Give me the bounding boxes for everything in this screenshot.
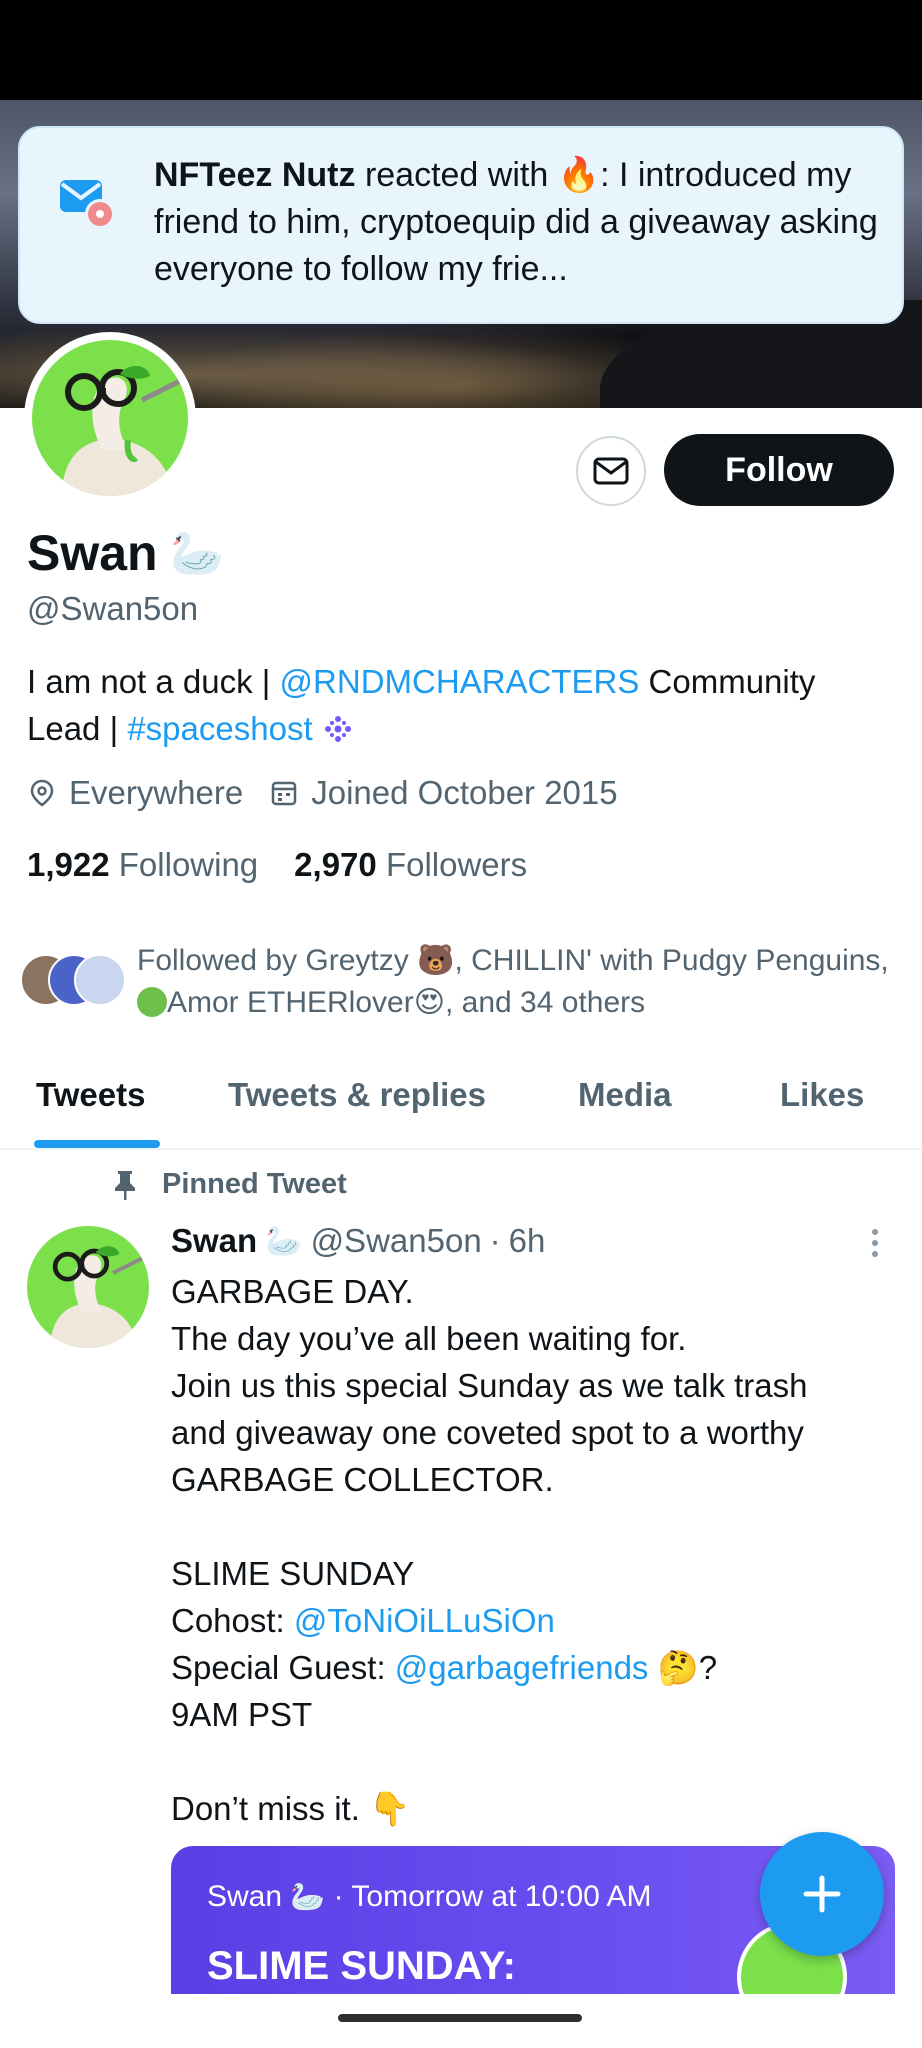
followed-by-third: Amor ETHERlover (167, 986, 414, 1019)
following-stat[interactable]: 1,922 Following (27, 846, 258, 884)
avatar-image (32, 340, 188, 496)
tweet-cohost-line: Cohost: @ToNiOiLLuSiOn (171, 1597, 891, 1644)
tab-likes[interactable]: Likes (780, 1076, 864, 1114)
message-button[interactable] (576, 436, 646, 506)
thinking-emoji-icon: 🤔 (657, 1648, 699, 1687)
profile-tabs: Tweets Tweets & replies Media Likes (0, 1054, 922, 1150)
cohost-mention-link[interactable]: @ToNiOiLLuSiOn (294, 1602, 555, 1639)
green-circle-icon (137, 987, 167, 1017)
profile-meta: Everywhere Joined October 2015 (27, 774, 644, 812)
guest-mention-link[interactable]: @garbagefriends (395, 1649, 649, 1686)
display-name-text: Swan (27, 525, 158, 581)
tweet-time: 6h (508, 1222, 546, 1259)
joined-text: Joined October 2015 (311, 774, 618, 811)
location-item: Everywhere (27, 774, 243, 812)
space-host-name: Swan (207, 1880, 283, 1913)
profile-handle: @Swan5on (27, 590, 199, 627)
tweet-line: and giveaway one coveted spot to a worth… (171, 1414, 804, 1451)
tab-media[interactable]: Media (578, 1076, 672, 1114)
followers-count: 2,970 (294, 846, 377, 883)
notification-toast[interactable]: NFTeez Nutz reacted with 🔥: I introduced… (18, 126, 904, 324)
swan-emoji-icon: 🦢 (169, 528, 225, 579)
tweet-author-avatar[interactable] (27, 1226, 149, 1348)
tweet-line: Join us this special Sunday as we talk t… (171, 1367, 808, 1404)
location-pin-icon (30, 779, 54, 807)
followed-by-section[interactable]: Followed by Greytzy 🐻, CHILLIN' with Pud… (20, 940, 900, 1030)
swan-emoji-icon: 🦢 (265, 1223, 303, 1259)
calendar-icon (271, 781, 297, 806)
location-text: Everywhere (69, 774, 244, 811)
pin-icon (115, 1170, 135, 1200)
tweet-line: GARBAGE DAY. (171, 1273, 414, 1310)
followed-by-suffix: , and 34 others (445, 986, 646, 1019)
tweet-line: The day you’ve all been waiting for. (171, 1320, 687, 1357)
tweet-line: SLIME SUNDAY (171, 1555, 415, 1592)
more-options-icon[interactable] (868, 1228, 882, 1258)
fire-emoji-icon: 🔥 (557, 155, 601, 195)
plus-icon (803, 1875, 841, 1913)
space-card-meta: Swan 🦢 · Tomorrow at 10:00 AM (207, 1880, 652, 1914)
followers-stat[interactable]: 2,970 Followers (294, 846, 527, 884)
tab-tweets[interactable]: Tweets (36, 1076, 145, 1114)
status-bar (0, 0, 922, 100)
bio-text-start: I am not a duck | (27, 663, 280, 700)
tweet-author-handle: @Swan5on (310, 1222, 482, 1259)
pointing-down-emoji-icon: 👇 (369, 1789, 411, 1828)
swan-emoji-icon: 🦢 (290, 1880, 326, 1913)
final-line-text: Don’t miss it. (171, 1790, 360, 1827)
bio-mention-link[interactable]: @RNDMCHARACTERS (280, 663, 640, 700)
notification-action: reacted with (364, 156, 549, 194)
pinned-tweet-label: Pinned Tweet (112, 1168, 347, 1201)
envelope-notification-icon (58, 174, 118, 234)
followers-label: Followers (385, 846, 528, 883)
pinned-label-text: Pinned Tweet (162, 1168, 347, 1200)
followed-by-second: , CHILLIN' with Pudgy Penguins, (454, 944, 889, 977)
notification-text: NFTeez Nutz reacted with 🔥: I introduced… (154, 152, 884, 293)
profile-display-name: Swan 🦢 (27, 524, 224, 582)
tweet-final-line: Don’t miss it. 👇 (171, 1785, 891, 1832)
followed-by-prefix: Followed by Greytzy (137, 944, 409, 977)
followed-by-avatars (20, 954, 130, 1010)
tweet-text: GARBAGE DAY. The day you’ve all been wai… (171, 1268, 891, 1832)
heart-face-emoji-icon: 😍 (413, 985, 445, 1020)
following-count: 1,922 (27, 846, 110, 883)
cohost-label: Cohost: (171, 1602, 294, 1639)
tweet-line: GARBAGE COLLECTOR. (171, 1461, 554, 1498)
profile-avatar[interactable] (24, 332, 196, 504)
follower-avatar (74, 954, 126, 1006)
followed-by-text: Followed by Greytzy 🐻, CHILLIN' with Pud… (137, 940, 897, 1024)
home-indicator[interactable] (338, 2014, 582, 2022)
space-title: SLIME SUNDAY: (207, 1944, 516, 1988)
tweet-separator: · (489, 1222, 501, 1259)
guest-label: Special Guest: (171, 1649, 395, 1686)
follow-button[interactable]: Follow (664, 434, 894, 506)
tweet-author-name[interactable]: Swan (171, 1222, 257, 1260)
tweet-header: Swan 🦢 @Swan5on · 6h (171, 1222, 545, 1260)
compose-tweet-button[interactable] (760, 1832, 884, 1956)
profile-stats: 1,922 Following 2,970 Followers (27, 846, 527, 884)
bio-hashtag-link[interactable]: #spaceshost (127, 710, 312, 747)
profile-bio: I am not a duck | @RNDMCHARACTERS Commun… (27, 658, 897, 755)
tab-tweets-replies[interactable]: Tweets & replies (228, 1076, 486, 1114)
space-time: · Tomorrow at 10:00 AM (333, 1880, 652, 1913)
bear-emoji-icon: 🐻 (417, 943, 455, 978)
tweet-guest-line: Special Guest: @garbagefriends 🤔? (171, 1644, 891, 1691)
guest-line-end: ? (698, 1649, 718, 1686)
active-tab-indicator (34, 1140, 160, 1148)
joined-item: Joined October 2015 (269, 774, 618, 812)
tweet-line: 9AM PST (171, 1696, 313, 1733)
envelope-icon (593, 457, 629, 485)
sparkle-icon (322, 708, 354, 755)
notification-actor: NFTeez Nutz (154, 156, 356, 194)
following-label: Following (118, 846, 259, 883)
